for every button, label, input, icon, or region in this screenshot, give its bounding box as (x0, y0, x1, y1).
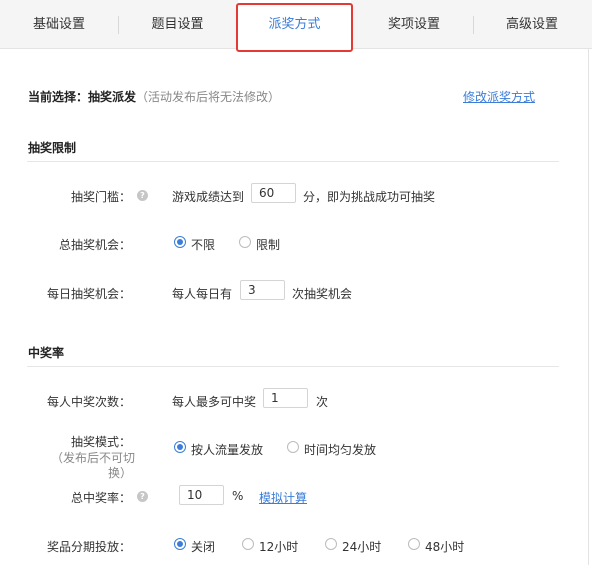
modify-distribution-link[interactable]: 修改派奖方式 (463, 88, 535, 105)
draw-mode-label: 抽奖模式： (70, 435, 131, 449)
section-divider (27, 161, 559, 162)
radio-staging-24h-label[interactable]: 24小时 (342, 538, 381, 555)
radio-staging-off[interactable] (174, 538, 186, 550)
radio-unlimited-label[interactable]: 不限 (191, 236, 215, 253)
radio-staging-off-label[interactable]: 关闭 (191, 538, 215, 555)
radio-staging-12h[interactable] (242, 538, 254, 550)
daily-chances-input[interactable] (240, 280, 285, 300)
per-person-prefix: 每人最多可中奖 (172, 395, 257, 409)
section-title-draw-limit: 抽奖限制 (28, 141, 77, 155)
current-selection-note: （活动发布后将无法修改） (136, 90, 281, 104)
daily-chances-label: 每日抽奖机会： (46, 287, 131, 301)
draw-mode-note-2: 换） (108, 466, 133, 480)
threshold-label: 抽奖门槛： (70, 190, 131, 204)
prize-staging-label: 奖品分期投放： (46, 540, 131, 554)
question-circle-icon[interactable]: ? (137, 190, 148, 201)
radio-by-traffic-label[interactable]: 按人流量发放 (191, 441, 263, 458)
radio-limited[interactable] (239, 236, 251, 248)
threshold-prefix: 游戏成绩达到 (172, 190, 245, 204)
threshold-suffix: 分，即为挑战成功可抽奖 (303, 190, 436, 204)
total-chances-label: 总抽奖机会： (58, 238, 131, 252)
radio-staging-12h-label[interactable]: 12小时 (259, 538, 298, 555)
total-rate-input[interactable] (179, 485, 224, 505)
daily-prefix: 每人每日有 (172, 287, 233, 301)
radio-staging-48h[interactable] (408, 538, 420, 550)
radio-staging-48h-label[interactable]: 48小时 (425, 538, 464, 555)
radio-limited-label[interactable]: 限制 (256, 236, 280, 253)
panel-border (588, 48, 589, 565)
tab-question-settings[interactable]: 题目设置 (119, 0, 236, 48)
tab-basic-settings[interactable]: 基础设置 (0, 0, 118, 48)
daily-suffix: 次抽奖机会 (292, 287, 353, 301)
total-rate-unit: % (232, 489, 244, 503)
radio-by-traffic[interactable] (174, 441, 186, 453)
per-person-wins-input[interactable] (263, 388, 308, 408)
total-rate-label: 总中奖率： (70, 491, 131, 505)
radio-time-even-label[interactable]: 时间均匀发放 (304, 441, 376, 458)
tab-advanced-settings[interactable]: 高级设置 (474, 0, 590, 48)
section-title-win-rate: 中奖率 (28, 346, 65, 360)
tab-prize-settings[interactable]: 奖项设置 (355, 0, 473, 48)
current-selection-label: 当前选择：抽奖派发 (28, 90, 137, 104)
radio-time-even[interactable] (287, 441, 299, 453)
active-tab-highlight (236, 3, 353, 52)
question-circle-icon[interactable]: ? (137, 491, 148, 502)
threshold-score-input[interactable] (251, 183, 296, 203)
radio-unlimited[interactable] (174, 236, 186, 248)
per-person-wins-label: 每人中奖次数： (46, 395, 131, 409)
section-divider (27, 366, 559, 367)
per-person-suffix: 次 (316, 395, 329, 409)
radio-staging-24h[interactable] (325, 538, 337, 550)
simulate-calc-link[interactable]: 模拟计算 (259, 489, 307, 506)
